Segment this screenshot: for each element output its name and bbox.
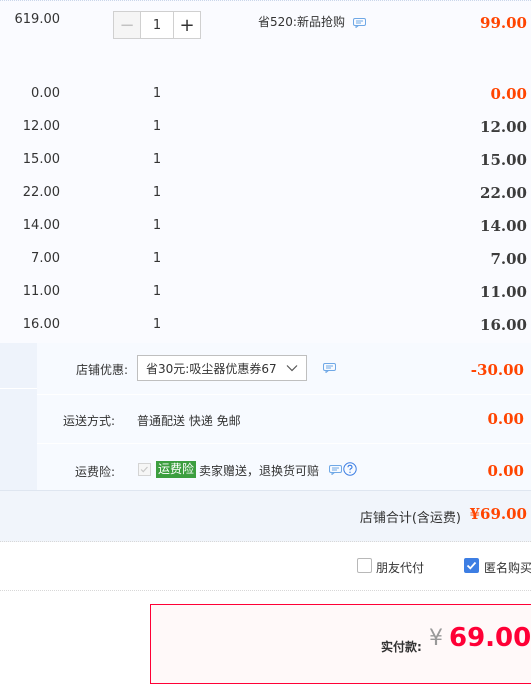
divider	[0, 590, 531, 591]
item-subtotal: 11.00	[480, 283, 527, 301]
divider	[37, 443, 531, 444]
shop-total-label: 店铺合计(含运费)	[359, 511, 461, 526]
plus-icon: +	[179, 14, 195, 36]
item-unit-price: 0.00	[31, 86, 60, 101]
item-subtotal: 12.00	[480, 118, 527, 136]
shop-discount-selected: 省30元:吸尘器优惠券67	[146, 361, 277, 376]
item-subtotal: 22.00	[480, 184, 527, 202]
currency-symbol: ¥	[429, 626, 443, 651]
chat-icon[interactable]	[323, 363, 336, 373]
item-subtotal: 15.00	[480, 151, 527, 169]
item-unit-price: 22.00	[22, 185, 60, 200]
anonymous-purchase-checkbox[interactable]	[464, 558, 479, 573]
item-subtotal: 99.00	[480, 14, 527, 32]
chat-icon[interactable]	[329, 465, 342, 475]
quantity-input[interactable]: 1	[141, 11, 173, 39]
promotion-text: 省520:新品抢购	[258, 15, 345, 29]
insurance-checkbox[interactable]	[138, 463, 151, 476]
shipping-method-value: 普通配送 快递 免邮	[137, 414, 241, 428]
insurance-tag: 运费险	[156, 461, 197, 478]
increase-quantity-button[interactable]: +	[173, 11, 201, 39]
shop-discount-value: -30.00	[470, 361, 524, 379]
check-icon	[140, 466, 148, 473]
shipping-method-label: 运送方式:	[62, 414, 115, 428]
insurance-description: 卖家赠送，退换货可赔	[199, 464, 320, 478]
shop-discount-select[interactable]: 省30元:吸尘器优惠券67	[137, 355, 307, 381]
item-unit-price: 619.00	[14, 12, 61, 27]
shop-total-value: ¥69.00	[469, 505, 527, 523]
item-subtotal: 0.00	[490, 85, 527, 103]
item-subtotal: 14.00	[480, 217, 527, 235]
insurance-fee: 0.00	[487, 462, 524, 480]
shipping-insurance-label: 运费险:	[74, 465, 115, 479]
item-unit-price: 15.00	[22, 152, 60, 167]
item-quantity: 1	[152, 119, 162, 134]
top-divider	[0, 0, 531, 2]
friend-pay-checkbox[interactable]	[357, 558, 372, 573]
item-unit-price: 7.00	[31, 251, 60, 266]
divider	[0, 388, 37, 389]
item-quantity: 1	[152, 317, 162, 332]
item-quantity: 1	[152, 218, 162, 233]
help-icon[interactable]	[343, 462, 357, 476]
check-icon	[466, 561, 477, 570]
item-unit-price: 11.00	[22, 284, 60, 299]
shop-discount-label: 店铺优惠:	[75, 363, 128, 377]
chat-icon[interactable]	[352, 17, 366, 28]
payment-amount: 69.00	[449, 623, 531, 653]
anonymous-purchase-label[interactable]: 匿名购买	[484, 559, 531, 576]
item-quantity: 1	[152, 86, 162, 101]
shipping-fee: 0.00	[487, 410, 524, 428]
chevron-down-icon	[286, 365, 298, 372]
item-quantity: 1	[152, 284, 162, 299]
item-unit-price: 16.00	[22, 317, 60, 332]
item-subtotal: 16.00	[480, 316, 527, 334]
item-quantity: 1	[152, 185, 162, 200]
quantity-stepper[interactable]: − 1 +	[113, 11, 201, 39]
payment-label: 实付款:	[381, 640, 422, 654]
item-unit-price: 14.00	[22, 218, 60, 233]
item-promotion: 省520:新品抢购	[258, 13, 366, 30]
divider	[37, 394, 531, 395]
divider	[0, 541, 531, 542]
decrease-quantity-button[interactable]: −	[113, 11, 141, 39]
item-unit-price: 12.00	[22, 119, 60, 134]
minus-icon: −	[119, 14, 135, 36]
item-quantity: 1	[152, 152, 162, 167]
item-quantity: 1	[152, 251, 162, 266]
friend-pay-label[interactable]: 朋友代付	[376, 559, 424, 576]
item-subtotal: 7.00	[490, 250, 527, 268]
